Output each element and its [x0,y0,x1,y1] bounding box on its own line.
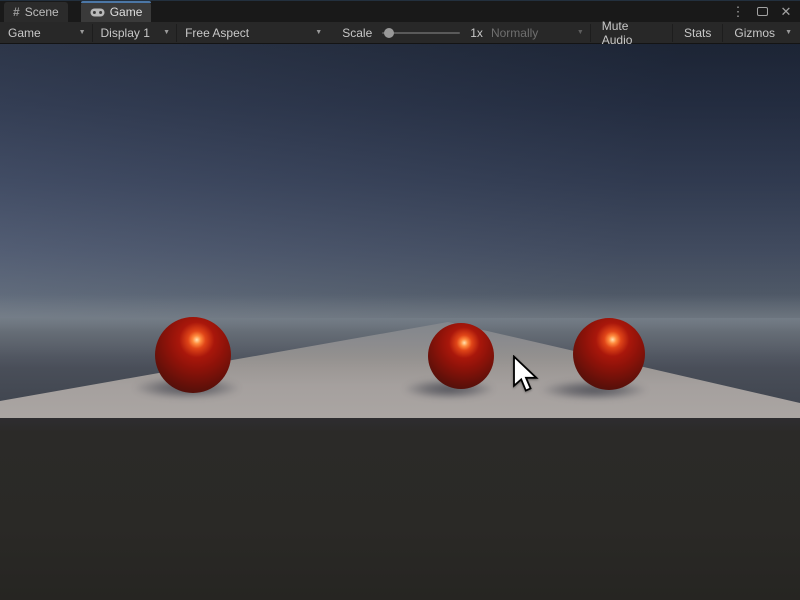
chevron-down-icon: ▼ [571,29,584,36]
red-sphere [428,323,494,389]
gizmos-button[interactable]: Gizmos [723,22,779,43]
red-sphere [573,318,645,390]
tab-bar: # Scene Game ⋮ ✕ [0,0,800,22]
game-view-toolbar: Game ▼ Display 1 ▼ Free Aspect ▼ Scale 1… [0,22,800,44]
game-viewport[interactable] [0,44,800,600]
gizmos-label: Gizmos [734,26,775,40]
scale-control: Scale 1x [342,26,483,40]
playmode-display-dropdown[interactable]: Normally ▼ [483,22,590,43]
aspect-ratio-dropdown[interactable]: Free Aspect ▼ [177,22,328,43]
grid-icon: # [13,5,20,19]
tab-game-label: Game [110,5,143,19]
scale-value: 1x [470,26,483,40]
maximize-icon[interactable] [754,4,770,20]
chevron-down-icon: ▼ [157,29,170,36]
kebab-menu-icon[interactable]: ⋮ [730,4,746,20]
sky-gradient [0,44,800,320]
chevron-down-icon: ▼ [73,29,86,36]
stats-button[interactable]: Stats [673,22,722,43]
display-dropdown[interactable]: Display 1 ▼ [93,22,177,43]
unity-editor-window: # Scene Game ⋮ ✕ Game ▼ [0,0,800,600]
gamepad-icon [90,8,105,17]
tab-scene[interactable]: # Scene [4,2,68,22]
scale-label: Scale [342,26,372,40]
tab-scene-label: Scene [25,5,59,19]
mouse-cursor-icon [512,355,540,395]
scale-slider[interactable] [382,27,460,39]
gizmos-dropdown-arrow[interactable]: ▼ [779,22,800,43]
horizon-fog [0,294,800,368]
toolbar-right-group: Normally ▼ Mute Audio Stats Gizmos ▼ [483,22,800,43]
window-controls: ⋮ ✕ [730,4,800,20]
close-icon[interactable]: ✕ [778,4,794,20]
near-foreground [0,418,800,600]
aspect-ratio-label: Free Aspect [185,26,249,40]
mute-audio-label: Mute Audio [602,19,661,47]
view-mode-label: Game [8,26,41,40]
stats-label: Stats [684,26,711,40]
display-label: Display 1 [101,26,150,40]
chevron-down-icon: ▼ [309,29,322,36]
mute-audio-button[interactable]: Mute Audio [591,22,672,43]
maximize-glyph [757,7,768,16]
scale-slider-knob[interactable] [384,28,394,38]
tab-game[interactable]: Game [81,2,152,22]
red-sphere [155,317,231,393]
view-mode-dropdown[interactable]: Game ▼ [0,22,92,43]
playmode-display-label: Normally [491,26,538,40]
